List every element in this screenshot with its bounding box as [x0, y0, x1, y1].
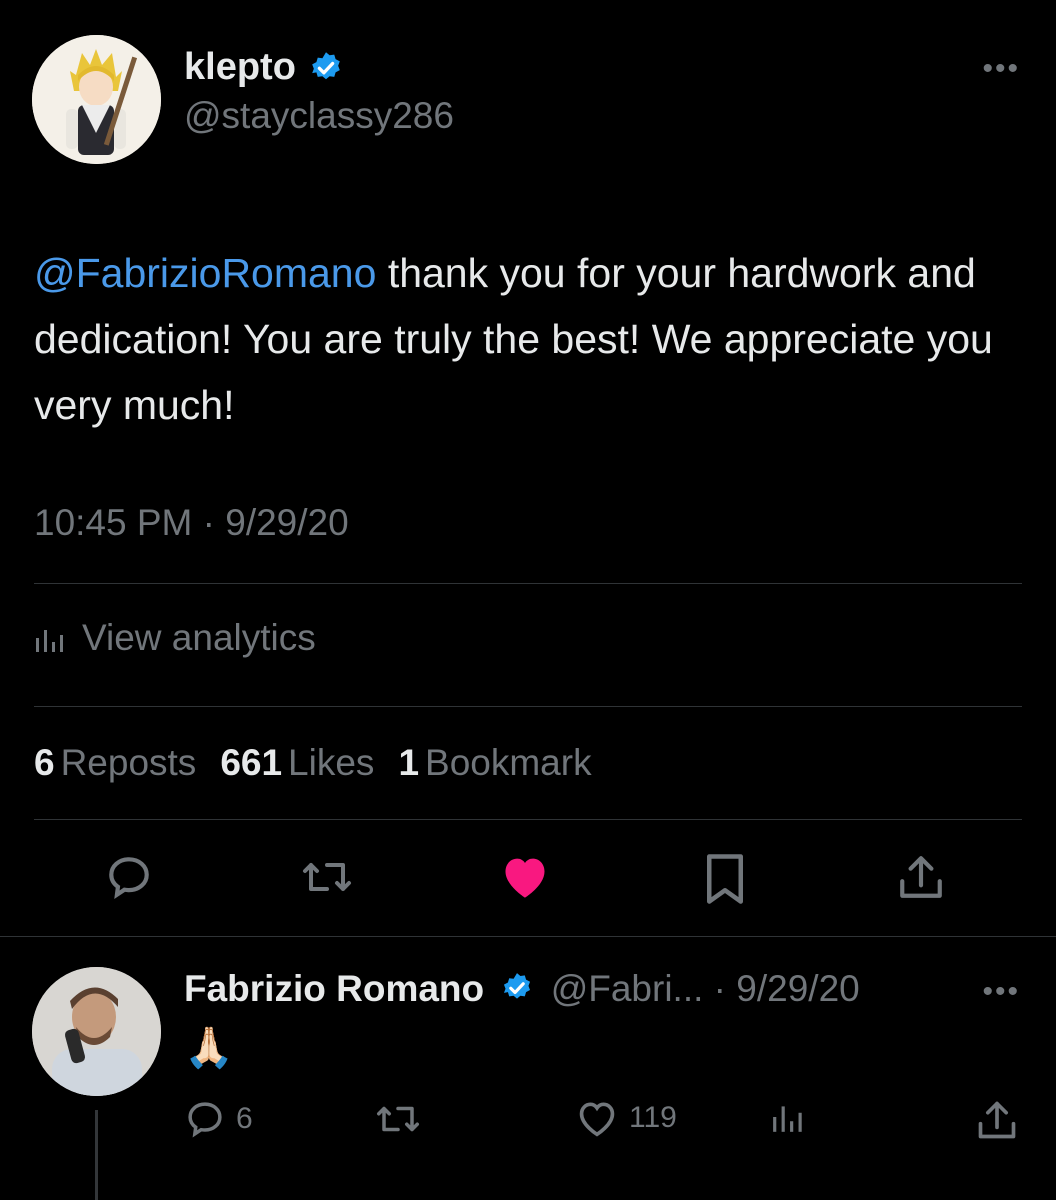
- bookmarks-label: Bookmark: [425, 742, 592, 783]
- reposts-stat[interactable]: 6 Reposts: [34, 742, 196, 784]
- reply-icon: [188, 1102, 222, 1138]
- reply-author-avatar[interactable]: [32, 967, 161, 1096]
- tweet-action-bar: [0, 852, 1056, 912]
- bookmarks-count: 1: [398, 742, 420, 783]
- author-handle[interactable]: @stayclassy286: [184, 95, 454, 137]
- reply-reply-button[interactable]: 6: [184, 1098, 253, 1140]
- share-icon: [978, 1101, 1016, 1139]
- tweet-text: @FabrizioRomano thank you for your hardw…: [34, 240, 994, 438]
- author-avatar[interactable]: [32, 35, 161, 164]
- divider: [34, 706, 1022, 707]
- reply-repost-button[interactable]: [375, 1098, 421, 1140]
- bookmark-icon[interactable]: [704, 852, 746, 911]
- reply-text: 🙏🏻: [184, 1026, 234, 1070]
- likes-stat[interactable]: 661 Likes: [220, 742, 374, 784]
- likes-count: 661: [220, 742, 283, 783]
- mention-link[interactable]: @FabrizioRomano: [34, 250, 376, 296]
- bookmarks-stat[interactable]: 1 Bookmark: [398, 742, 591, 784]
- divider: [0, 936, 1056, 937]
- author-name[interactable]: klepto: [184, 46, 296, 89]
- divider: [34, 819, 1022, 820]
- verified-badge-icon: [308, 50, 344, 86]
- reply-icon[interactable]: [104, 852, 154, 907]
- reposts-count: 6: [34, 742, 55, 783]
- view-analytics-button[interactable]: View analytics: [34, 617, 316, 659]
- share-icon[interactable]: [898, 852, 944, 907]
- view-analytics-label: View analytics: [82, 617, 316, 658]
- reply-action-bar: 6 119: [0, 1098, 1056, 1148]
- likes-label: Likes: [288, 742, 375, 783]
- reply-like-button[interactable]: 119: [575, 1098, 677, 1138]
- reply-date[interactable]: 9/29/20: [736, 968, 859, 1009]
- heart-icon: [579, 1102, 615, 1137]
- reply-author-handle[interactable]: @Fabri...: [551, 968, 704, 1009]
- reposts-label: Reposts: [60, 742, 197, 783]
- tweet-stats: 6 Reposts 661 Likes 1 Bookmark: [34, 742, 592, 784]
- reply-analytics-button[interactable]: [771, 1098, 807, 1136]
- heart-icon[interactable]: [499, 852, 551, 905]
- tweet-timestamp[interactable]: 10:45 PM · 9/29/20: [34, 502, 349, 544]
- reply-like-count: 119: [629, 1101, 677, 1134]
- bar-chart-icon: [773, 1106, 802, 1132]
- reply-header: Fabrizio Romano @Fabri... · 9/29/20: [184, 968, 860, 1010]
- reply-count: 6: [236, 1102, 253, 1135]
- reply-author-name[interactable]: Fabrizio Romano: [184, 968, 484, 1009]
- repost-icon: [377, 1106, 419, 1132]
- reply-more-icon[interactable]: •••: [982, 975, 1020, 1009]
- bar-chart-icon: [36, 630, 63, 652]
- tweet-author[interactable]: klepto @stayclassy286: [184, 46, 454, 137]
- more-icon[interactable]: •••: [982, 52, 1020, 86]
- reply-share-button[interactable]: [976, 1098, 1018, 1142]
- repost-icon[interactable]: [301, 852, 353, 907]
- reply-separator: ·: [703, 968, 737, 1009]
- divider: [34, 583, 1022, 584]
- verified-badge-icon: [500, 971, 534, 1005]
